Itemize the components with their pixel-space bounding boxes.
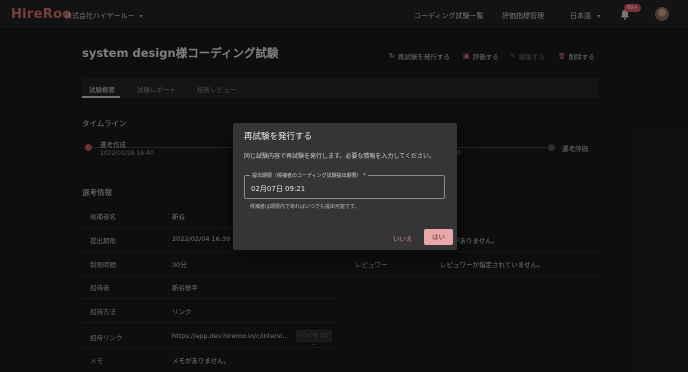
deadline-field-value[interactable]: 02月07日 09:21 (251, 184, 305, 194)
reissue-exam-dialog: 再試験を発行する 同じ試験内容で再試験を発行します。必要な情報を入力してください… (233, 123, 457, 250)
cancel-button[interactable]: いいえ (393, 233, 413, 243)
dialog-message: 同じ試験内容で再試験を発行します。必要な情報を入力してください。 (244, 153, 436, 160)
deadline-field-label: 提出期限（候補者のコーディング試験提出期限） * (250, 172, 368, 179)
dialog-title: 再試験を発行する (244, 132, 313, 142)
deadline-helper-text: 候補者は期限内であればいつでも提出可能です。 (250, 204, 360, 210)
deadline-field[interactable]: 提出期限（候補者のコーディング試験提出期限） * 02月07日 09:21 (244, 172, 445, 199)
confirm-button[interactable]: はい (424, 229, 453, 245)
